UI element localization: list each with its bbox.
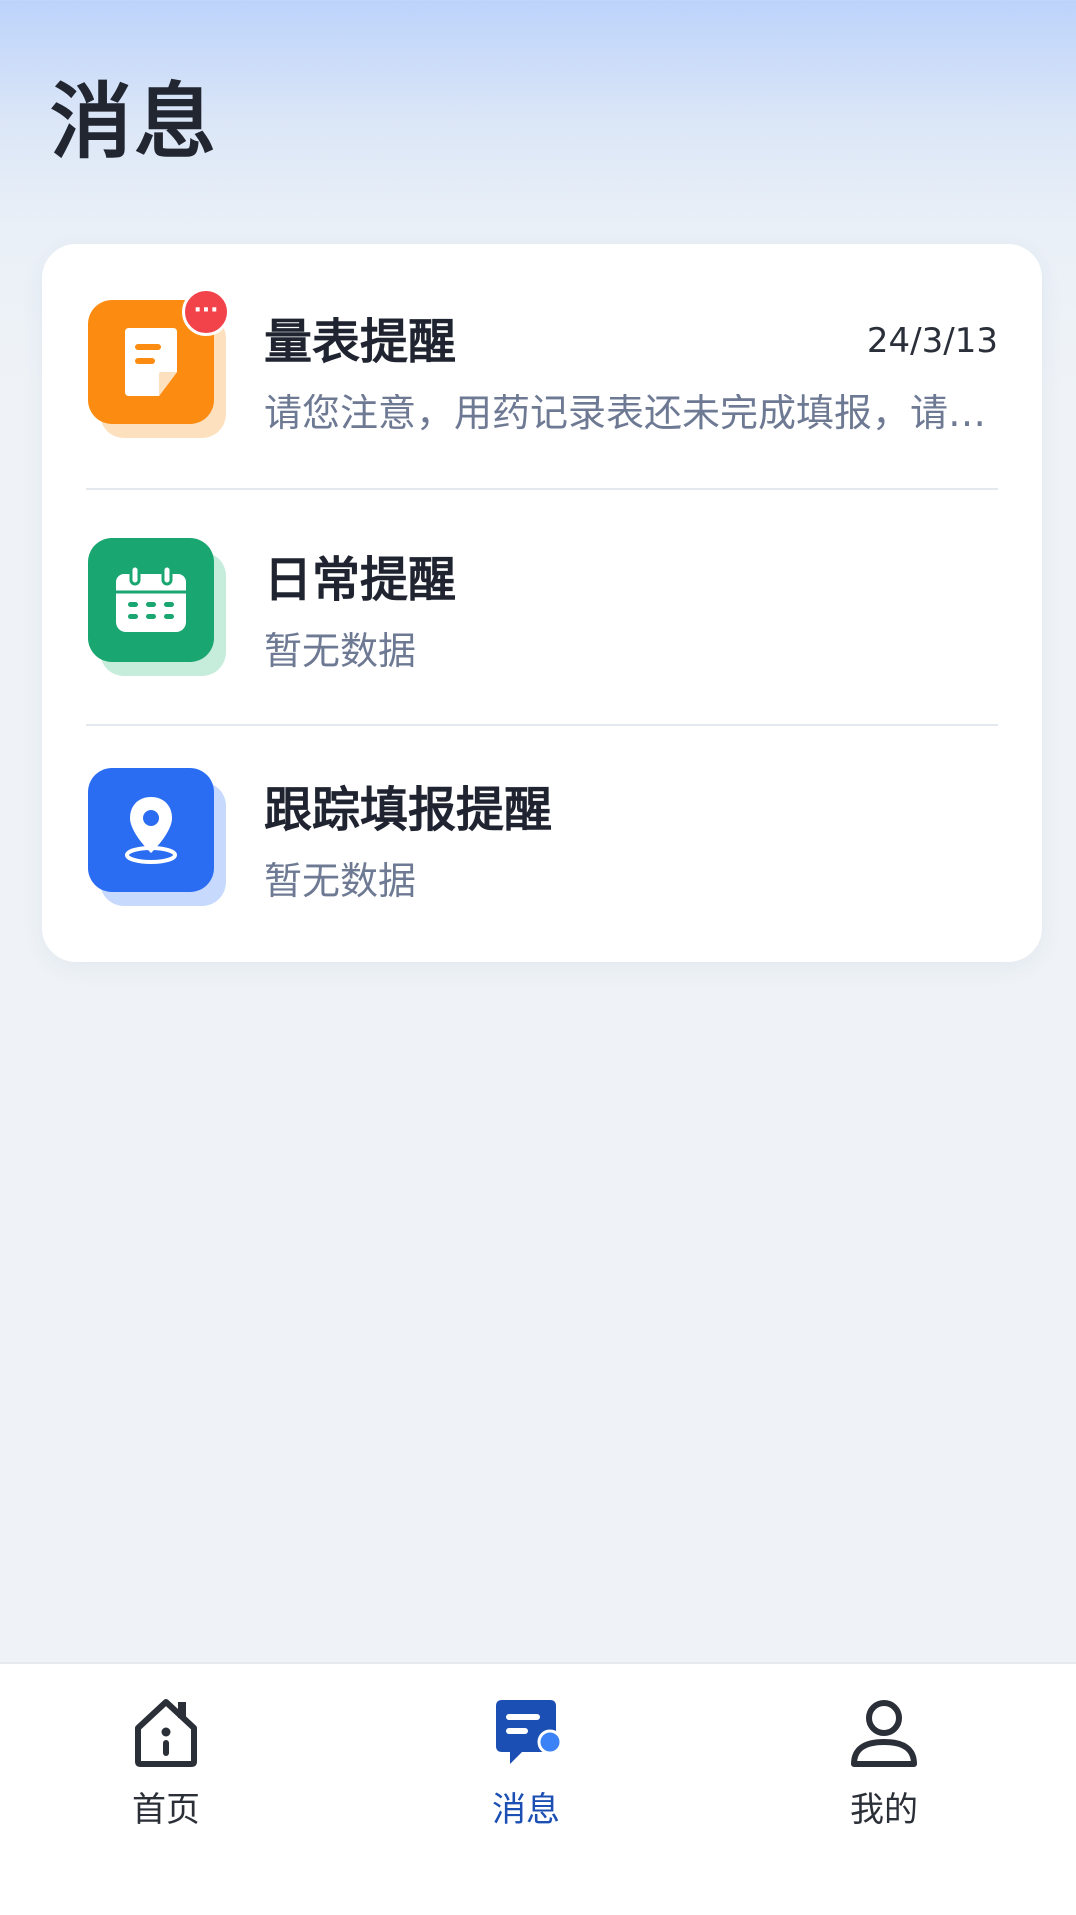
tab-profile[interactable]: 我的 — [784, 1692, 984, 1831]
message-preview: 请您注意，用药记录表还未完成填报，请及时填报 — [264, 394, 1004, 432]
message-preview: 暂无数据 — [264, 632, 417, 670]
unread-badge: ··· — [182, 288, 230, 336]
tab-label: 消息 — [492, 1790, 560, 1830]
message-item-daily-reminder[interactable]: 日常提醒 暂无数据 — [42, 486, 1042, 718]
user-icon — [851, 1700, 917, 1767]
message-icon-tile — [88, 768, 226, 906]
location-pin-icon — [125, 797, 177, 864]
message-preview: 暂无数据 — [264, 862, 417, 900]
tab-messages[interactable]: 消息 — [426, 1692, 626, 1831]
message-item-scale-reminder[interactable]: ··· 量表提醒 24/3/13 请您注意，用药记录表还未完成填报，请及时填报 — [42, 244, 1042, 476]
message-time: 24/3/13 — [866, 321, 998, 361]
message-title: 日常提醒 — [264, 552, 457, 608]
calendar-icon — [116, 566, 186, 632]
message-icon — [496, 1700, 563, 1764]
message-title: 跟踪填报提醒 — [264, 782, 553, 838]
message-list: ··· 量表提醒 24/3/13 请您注意，用药记录表还未完成填报，请及时填报 — [42, 244, 1042, 962]
note-icon — [125, 328, 177, 396]
message-icon-tile — [88, 538, 226, 676]
page-title: 消息 — [50, 75, 219, 170]
message-icon-tile: ··· — [88, 288, 230, 438]
bottom-tab-bar: 首页 消息 我的 — [0, 1662, 1076, 1915]
tab-label: 我的 — [850, 1790, 918, 1830]
message-title: 量表提醒 — [264, 314, 457, 370]
tab-label: 首页 — [132, 1790, 200, 1830]
home-icon — [135, 1699, 197, 1767]
tab-home[interactable]: 首页 — [66, 1692, 266, 1831]
message-item-tracking-reminder[interactable]: 跟踪填报提醒 暂无数据 — [42, 720, 1042, 952]
